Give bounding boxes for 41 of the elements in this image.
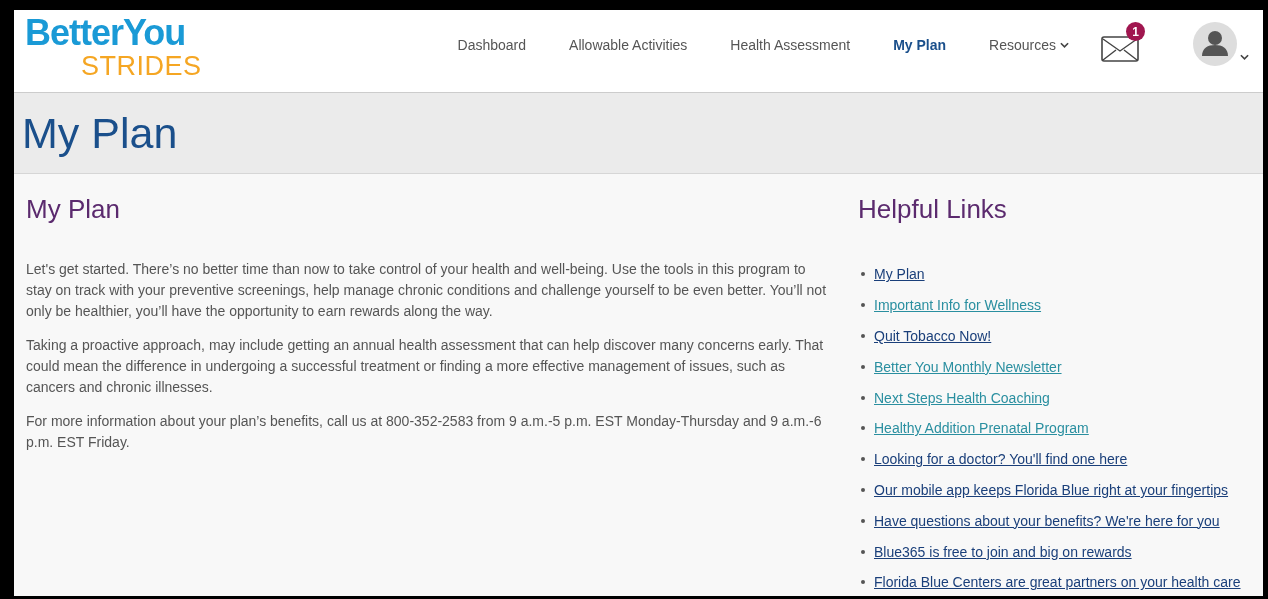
helpful-link[interactable]: Important Info for Wellness [874, 297, 1042, 314]
helpful-link[interactable]: Blue365 is free to join and big on rewards [874, 543, 1132, 560]
helpful-link[interactable]: Our mobile app keeps Florida Blue right at your fingertips [874, 481, 1229, 498]
page-title: My Plan [22, 108, 178, 158]
helpful-link[interactable]: Better You Monthly Newsletter [874, 358, 1062, 375]
chevron-down-icon [1240, 54, 1249, 60]
helpful-link[interactable]: Next Steps Health Coaching [874, 389, 1050, 406]
bullet-icon [861, 426, 865, 431]
section-heading: My Plan [26, 194, 121, 225]
logo-text: BetterYou [25, 14, 187, 51]
paragraph: Taking a proactive approach, may include getting an annual health assessment that can help discover many concerns early. That could mean the difference in undergoing a successful treatment or finding a more effective management of issues, such as cancers and chronic illnesses. [26, 336, 825, 397]
helpful-link[interactable]: Quit Tobacco Now! [874, 328, 992, 344]
bullet-icon [861, 580, 865, 585]
notification-badge: 1 [1126, 22, 1145, 41]
paragraph: For more information about your plan’s benefits, call us at 800-352-2583 from 9 a.m.-5 p.m. EST Monday-Thursday and 9 a.m.-6 p.m. EST Friday. [26, 412, 823, 452]
helpful-link[interactable]: Healthy Addition Prenatal Program [874, 420, 1089, 437]
nav-link[interactable]: Dashboard [457, 37, 527, 53]
nav-link[interactable]: Allowable Activities [569, 37, 688, 53]
mail-button[interactable]: 1 [1097, 22, 1145, 62]
helpful-link[interactable]: Looking for a doctor? You'll find one here [874, 451, 1128, 468]
bullet-icon [861, 395, 865, 400]
nav-link[interactable]: Resources [989, 37, 1069, 53]
bullet-icon [861, 272, 865, 277]
bullet-icon [861, 303, 865, 308]
paragraph: Let's get started. There’s no better time than now to take control of your health and well-being. Use the tools in this program to stay on track with your preventive screenings, help manage chronic conditions and challenge yourself to be even better. You’ll not only be healthier, you’ll have the opportunity to earn rewards along the way. [26, 260, 828, 321]
helpful-link[interactable]: My Plan [874, 266, 925, 283]
account-menu[interactable] [1193, 22, 1249, 66]
helpful-link[interactable]: Florida Blue Centers are great partners on your health care [874, 574, 1241, 591]
bullet-icon [861, 549, 865, 554]
nav-link[interactable]: Health Assessment [730, 37, 851, 53]
bullet-icon [861, 334, 865, 338]
bullet-icon [861, 457, 865, 462]
section-heading: Helpful Links [858, 194, 1008, 225]
bullet-icon [861, 518, 865, 523]
envelope-icon [1101, 36, 1139, 62]
bullet-icon [861, 364, 865, 369]
logo-subtitle: STRIDES [81, 52, 202, 80]
helpful-link[interactable]: Have questions about your benefits? We're here for you [874, 512, 1220, 529]
bullet-icon [861, 487, 865, 492]
nav-link[interactable]: My Plan [893, 37, 947, 53]
avatar-icon [1193, 22, 1237, 66]
